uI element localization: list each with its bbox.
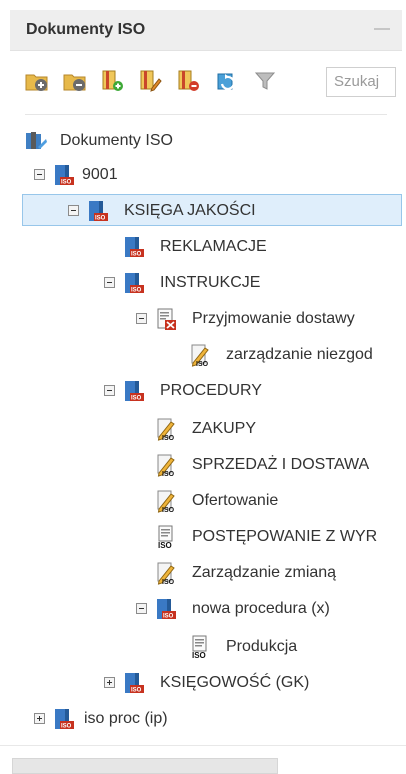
document-tree: Dokumenty ISO ISO 9001 ISO KSIĘGA JAKOŚC… [0,0,406,770]
iso-binder-icon: ISO [125,381,144,402]
svg-text:ISO: ISO [196,361,209,367]
svg-text:ISO: ISO [162,507,175,513]
collapse-toggle[interactable] [68,205,79,216]
iso-document-icon: ISO [158,525,173,549]
iso-binder-icon: ISO [55,709,74,730]
svg-text:ISO: ISO [61,180,72,186]
iso-document-icon: ISO [192,635,207,659]
collapse-toggle[interactable] [104,277,115,288]
collapse-toggle[interactable] [104,385,115,396]
horizontal-scrollbar[interactable] [12,758,278,774]
svg-text:ISO: ISO [131,688,142,694]
iso-edit-document-icon: ISO [157,490,175,513]
svg-text:ISO: ISO [95,216,106,222]
svg-text:ISO: ISO [162,579,175,585]
tree-node-label: 9001 [82,166,118,183]
tree-node-label: iso proc (ip) [84,710,168,727]
tree-node-label: SPRZEDAŻ I DOSTAWA [192,456,370,473]
collapse-toggle[interactable] [136,603,147,614]
tree-node-label: ZAKUPY [192,420,257,437]
svg-text:ISO: ISO [163,614,174,620]
document-rejected-icon [157,308,176,330]
iso-binder-icon: ISO [125,273,144,294]
tree-node-label: zarządzanie niezgod [226,346,373,363]
iso-edit-document-icon: ISO [157,562,175,585]
tree-node-label: Produkcja [226,638,298,655]
svg-text:ISO: ISO [192,651,206,659]
iso-binder-icon: ISO [125,673,144,694]
expand-toggle[interactable] [34,713,45,724]
tree-node-label: Zarządzanie zmianą [192,564,337,581]
tree-node-label: REKLAMACJE [160,238,267,255]
iso-binder-icon: ISO [157,599,176,620]
collapse-toggle[interactable] [34,169,45,180]
tree-node-label: KSIĘGA JAKOŚCI [124,202,256,219]
tree-node-label: Ofertowanie [192,492,279,509]
svg-text:ISO: ISO [131,252,142,258]
svg-text:ISO: ISO [61,724,72,730]
documents-panel: Dokumenty ISO Szukaj Dokumenty ISO ISO 9… [0,0,406,774]
svg-text:ISO: ISO [162,435,175,441]
tree-node-label: POSTĘPOWANIE Z WYR [192,528,378,545]
tree-node-label: nowa procedura (x) [192,600,330,617]
tree-node-label: Dokumenty ISO [60,132,173,149]
tree-node-label: Przyjmowanie dostawy [192,310,355,327]
iso-binder-icon: ISO [89,201,108,222]
iso-edit-document-icon: ISO [191,344,209,367]
svg-text:ISO: ISO [158,541,172,549]
iso-library-icon [26,132,47,149]
svg-text:ISO: ISO [131,288,142,294]
panel-bottom-divider [0,745,406,746]
svg-text:ISO: ISO [131,396,142,402]
iso-edit-document-icon: ISO [157,454,175,477]
iso-binder-icon: ISO [125,237,144,258]
expand-toggle[interactable] [104,677,115,688]
tree-node-label: KSIĘGOWOŚĆ (GK) [160,674,310,691]
iso-edit-document-icon: ISO [157,418,175,441]
svg-text:ISO: ISO [162,471,175,477]
tree-node-label: PROCEDURY [160,382,262,399]
collapse-toggle[interactable] [136,313,147,324]
tree-node-label: INSTRUKCJE [160,274,261,291]
iso-binder-icon: ISO [55,165,74,186]
